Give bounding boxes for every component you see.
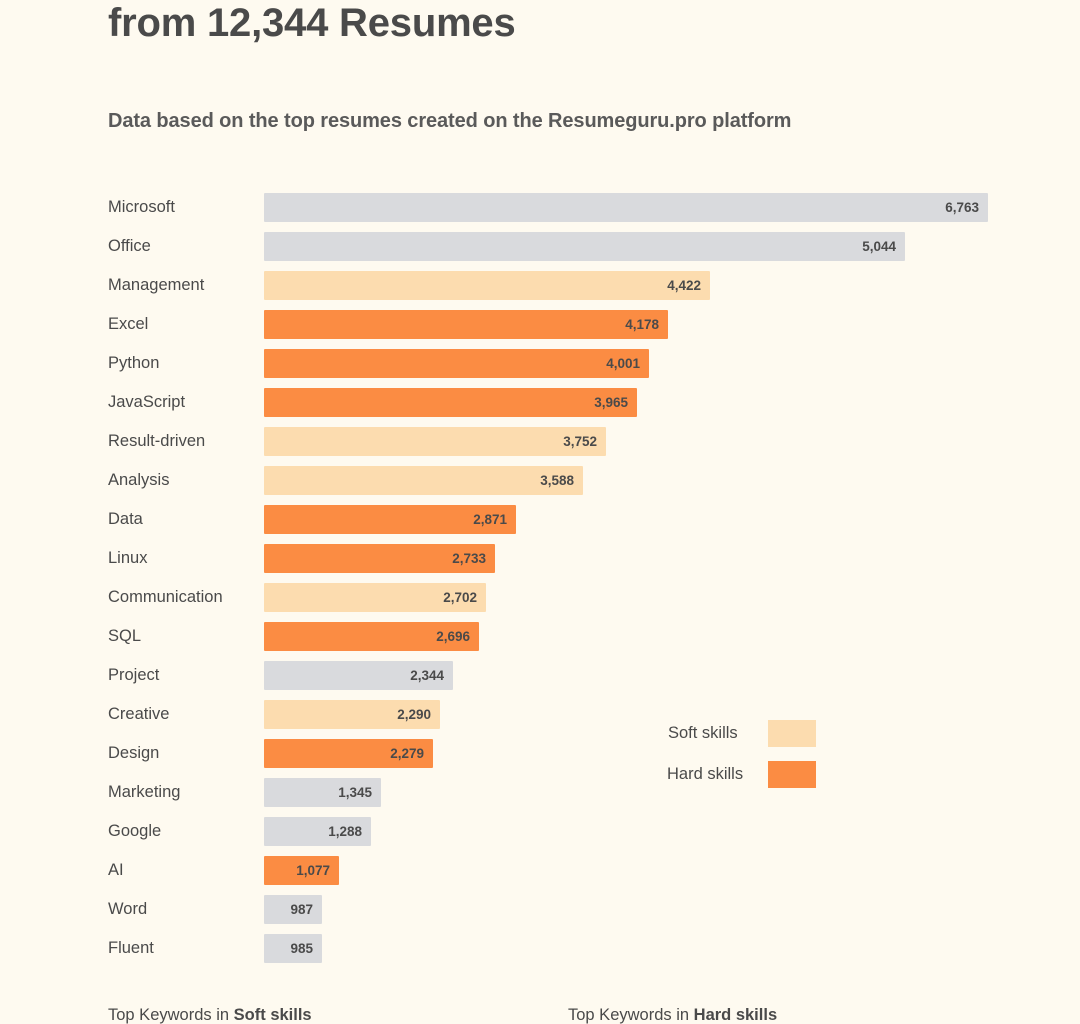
- bar-category-label: Marketing: [108, 778, 180, 807]
- bar: 2,871: [264, 505, 516, 534]
- bar: 3,752: [264, 427, 606, 456]
- bar: 1,077: [264, 856, 339, 885]
- chart-row: Microsoft 6,763: [0, 193, 1080, 232]
- bar-value-label: 3,588: [540, 466, 574, 495]
- bar-category-label: SQL: [108, 622, 141, 651]
- bar: 2,702: [264, 583, 486, 612]
- chart-row: Design 2,279: [0, 739, 1080, 778]
- bar-value-label: 4,001: [606, 349, 640, 378]
- chart-row: AI 1,077: [0, 856, 1080, 895]
- chart-row: JavaScript 3,965: [0, 388, 1080, 427]
- bar-value-label: 3,752: [563, 427, 597, 456]
- bar: 4,001: [264, 349, 649, 378]
- bar: 2,696: [264, 622, 479, 651]
- bar: 985: [264, 934, 322, 963]
- bar-category-label: Creative: [108, 700, 169, 729]
- footer-label: Top Keywords in Soft skills: [108, 1006, 312, 1024]
- bar: 6,763: [264, 193, 988, 222]
- chart-row: Marketing 1,345: [0, 778, 1080, 817]
- footer-section-labels: Top Keywords in Soft skillsTop Keywords …: [0, 1006, 1080, 1024]
- legend-item-label: Soft skills: [668, 718, 738, 748]
- bar: 4,178: [264, 310, 668, 339]
- bar-value-label: 4,178: [625, 310, 659, 339]
- bar-category-label: Word: [108, 895, 147, 924]
- bar-category-label: Design: [108, 739, 159, 768]
- bar-value-label: 2,344: [410, 661, 444, 690]
- legend-item-label: Hard skills: [667, 759, 743, 789]
- bar: 1,345: [264, 778, 381, 807]
- legend-color-swatch: [768, 720, 816, 747]
- chart-row: Project 2,344: [0, 661, 1080, 700]
- chart-row: SQL 2,696: [0, 622, 1080, 661]
- bar-category-label: Linux: [108, 544, 147, 573]
- bar-value-label: 1,077: [296, 856, 330, 885]
- bar-category-label: Data: [108, 505, 143, 534]
- chart-row: Result-driven 3,752: [0, 427, 1080, 466]
- bar-category-label: Result-driven: [108, 427, 205, 456]
- bar-category-label: Microsoft: [108, 193, 175, 222]
- bar-category-label: JavaScript: [108, 388, 185, 417]
- bar-category-label: Management: [108, 271, 204, 300]
- bar-value-label: 4,422: [667, 271, 701, 300]
- bar-category-label: Fluent: [108, 934, 154, 963]
- bar: 3,965: [264, 388, 637, 417]
- chart-row: Fluent 985: [0, 934, 1080, 973]
- bar-value-label: 1,288: [328, 817, 362, 846]
- footer-label-strong: Hard skills: [694, 1006, 777, 1024]
- bar: 4,422: [264, 271, 710, 300]
- bar-value-label: 2,696: [436, 622, 470, 651]
- footer-label: Top Keywords in Hard skills: [568, 1006, 777, 1024]
- bar-category-label: Analysis: [108, 466, 169, 495]
- footer-label-strong: Soft skills: [234, 1006, 312, 1024]
- chart-row: Excel 4,178: [0, 310, 1080, 349]
- bar-category-label: Communication: [108, 583, 223, 612]
- chart-row: Management 4,422: [0, 271, 1080, 310]
- chart-row: Google 1,288: [0, 817, 1080, 856]
- bar-category-label: Excel: [108, 310, 148, 339]
- bar-category-label: Python: [108, 349, 159, 378]
- bar-value-label: 2,702: [443, 583, 477, 612]
- bar: 3,588: [264, 466, 583, 495]
- chart-row: Word 987: [0, 895, 1080, 934]
- chart-row: Python 4,001: [0, 349, 1080, 388]
- footer-label-prefix: Top Keywords in: [568, 1006, 694, 1024]
- bar: 987: [264, 895, 322, 924]
- bar: 2,733: [264, 544, 495, 573]
- bar-value-label: 2,871: [473, 505, 507, 534]
- bar-value-label: 987: [290, 895, 313, 924]
- bar-category-label: Project: [108, 661, 159, 690]
- bar-value-label: 985: [290, 934, 313, 963]
- bar-value-label: 2,279: [390, 739, 424, 768]
- keyword-bar-chart: Microsoft 6,763 Office 5,044 Management 4,422…: [0, 193, 1080, 973]
- page-title: Top Keywords from from 12,344 Resumes: [108, 0, 1008, 46]
- chart-row: Office 5,044: [0, 232, 1080, 271]
- bar-value-label: 6,763: [945, 193, 979, 222]
- chart-row: Data 2,871: [0, 505, 1080, 544]
- bar: 2,290: [264, 700, 440, 729]
- bar-category-label: AI: [108, 856, 124, 885]
- bar: 2,344: [264, 661, 453, 690]
- chart-row: Communication 2,702: [0, 583, 1080, 622]
- bar-category-label: Google: [108, 817, 161, 846]
- bar-value-label: 2,733: [452, 544, 486, 573]
- bar-category-label: Office: [108, 232, 151, 261]
- page-subtitle: Data based on the top resumes created on…: [108, 110, 791, 133]
- footer-label-prefix: Top Keywords in: [108, 1006, 234, 1024]
- chart-row: Linux 2,733: [0, 544, 1080, 583]
- chart-row: Analysis 3,588: [0, 466, 1080, 505]
- bar: 1,288: [264, 817, 371, 846]
- infographic-page: Top Keywords from from 12,344 Resumes Da…: [0, 0, 1080, 1024]
- header: Top Keywords from from 12,344 Resumes: [108, 0, 1008, 46]
- bar-value-label: 5,044: [862, 232, 896, 261]
- bar-value-label: 3,965: [594, 388, 628, 417]
- bar-value-label: 2,290: [397, 700, 431, 729]
- legend-color-swatch: [768, 761, 816, 788]
- bar: 2,279: [264, 739, 433, 768]
- bar: 5,044: [264, 232, 905, 261]
- bar-value-label: 1,345: [338, 778, 372, 807]
- chart-row: Creative 2,290: [0, 700, 1080, 739]
